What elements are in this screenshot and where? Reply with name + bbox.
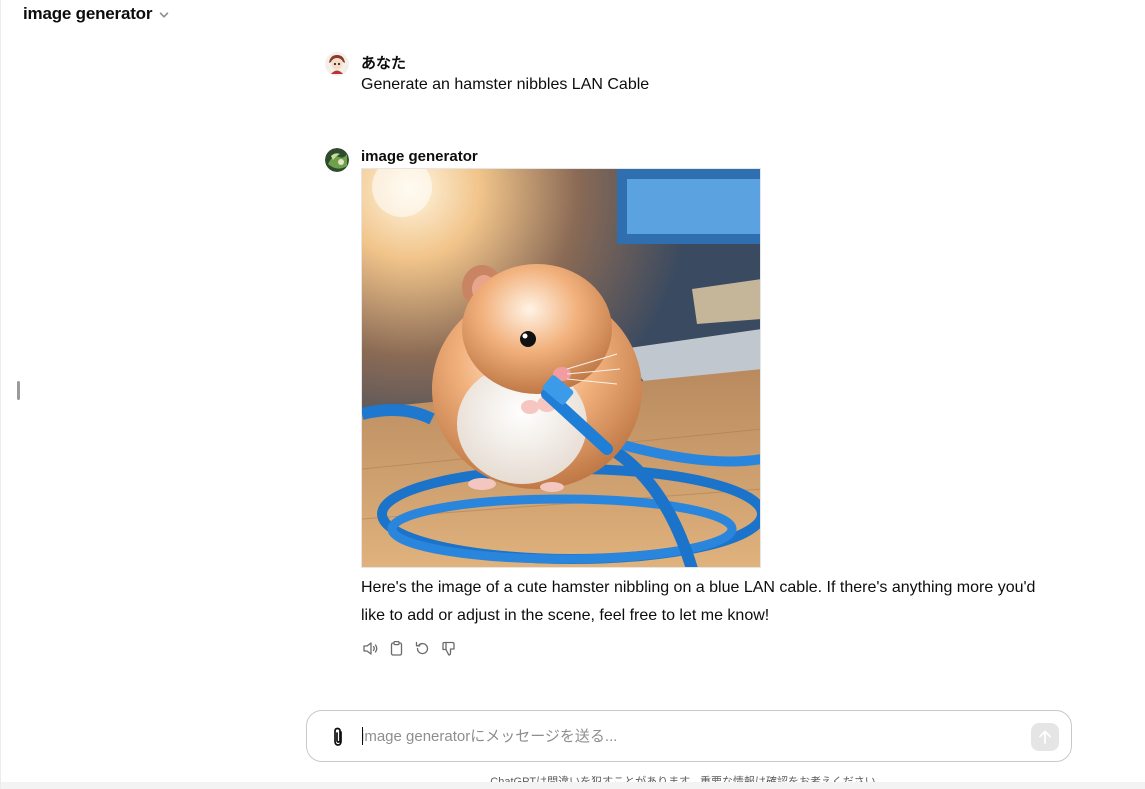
clipboard-icon[interactable] bbox=[387, 639, 405, 657]
user-message-text: Generate an hamster nibbles LAN Cable bbox=[361, 76, 650, 93]
text-caret bbox=[362, 727, 363, 745]
message-actions bbox=[361, 639, 457, 657]
model-selector[interactable]: image generator bbox=[23, 4, 170, 24]
user-avatar bbox=[325, 52, 349, 76]
sidebar-toggle-handle[interactable] bbox=[17, 381, 20, 400]
thumbs-down-icon[interactable] bbox=[439, 639, 457, 657]
message-composer bbox=[306, 710, 1072, 762]
send-button[interactable] bbox=[1031, 723, 1059, 751]
paperclip-icon[interactable] bbox=[327, 725, 349, 749]
bottom-divider bbox=[1, 782, 1145, 789]
chevron-down-icon bbox=[158, 9, 170, 21]
model-title: image generator bbox=[23, 4, 153, 23]
chat-page: image generator あなた Generate an hamster … bbox=[0, 0, 1145, 789]
assistant-message-text: Here's the image of a cute hamster nibbl… bbox=[361, 579, 1036, 624]
speaker-icon[interactable] bbox=[361, 639, 379, 657]
assistant-message: image generator Here's the image of a cu… bbox=[325, 148, 1045, 668]
generated-image[interactable] bbox=[361, 168, 761, 568]
user-author-name: あなた bbox=[361, 55, 407, 72]
user-message: あなた Generate an hamster nibbles LAN Cabl… bbox=[325, 52, 1045, 102]
assistant-author-name: image generator bbox=[361, 148, 478, 165]
message-input[interactable] bbox=[361, 724, 1011, 748]
refresh-icon[interactable] bbox=[413, 639, 431, 657]
arrow-up-icon bbox=[1039, 730, 1051, 744]
assistant-avatar bbox=[325, 148, 349, 172]
